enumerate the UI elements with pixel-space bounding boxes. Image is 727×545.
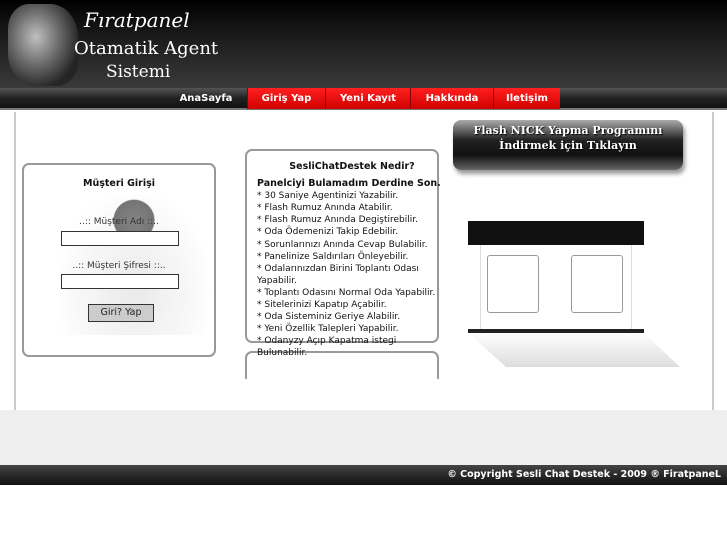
nav-bar: AnaSayfa Giriş Yap Yeni Kayıt Hakkında I…	[0, 88, 727, 110]
username-input[interactable]	[61, 231, 179, 246]
logo-subtitle: Otamatik Agent	[74, 38, 219, 59]
feature-item: * Flash Rumuz Anında Degiştirebilir.	[257, 215, 418, 226]
flash-download-banner[interactable]: Flash NICK Yapma Programını İndirmek içi…	[453, 120, 683, 170]
header: Fıratpanel Otamatik Agent Sistemi	[0, 0, 727, 88]
feature-item: * Sorunlarınızı Anında Cevap Bulabilir.	[257, 239, 428, 250]
preview-body	[480, 245, 632, 329]
about-text: SesliChatDestek Nedir? Panelciyi Bulamad…	[257, 161, 447, 360]
password-label: ..:: Müşteri Şifresi ::..	[72, 261, 166, 271]
site-preview-image	[468, 221, 680, 367]
feature-item: * Oda Ödemenizi Takip Edebilir.	[257, 227, 399, 238]
feature-item: * Flash Rumuz Anında Atabilir.	[257, 203, 393, 214]
feature-item: * Panelinize Saldırıları Önleyebilir.	[257, 251, 409, 262]
logo-subtitle-2: Sistemi	[106, 62, 171, 82]
feature-item: * Odalarınızdan Birini Toplantı Odası Ya…	[257, 263, 419, 286]
password-input[interactable]	[61, 274, 179, 289]
preview-footer	[468, 329, 644, 333]
preview-box	[571, 255, 623, 313]
feature-item: * 30 Saniye Agentinizi Yazabilir.	[257, 191, 399, 202]
nav-home[interactable]: AnaSayfa	[165, 88, 247, 109]
preview-reflection	[468, 333, 680, 367]
feature-item: * Toplantı Odasını Normal Oda Yapabilir.	[257, 287, 436, 298]
preview-box	[487, 255, 539, 313]
feature-item: * Sitelerinizi Kapatıp Açabilir.	[257, 300, 387, 311]
robot-logo-image	[8, 4, 78, 86]
login-title: Müşteri Girişi	[82, 178, 155, 189]
footer: © Copyright Sesli Chat Destek - 2009 ® F…	[0, 465, 727, 485]
preview-header	[468, 221, 644, 245]
about-subtitle: Panelciyi Bulamadım Derdine Son.	[257, 178, 441, 190]
nav-about[interactable]: Hakkında	[410, 88, 493, 109]
login-button[interactable]: Giri? Yap	[88, 304, 154, 322]
feature-item: * Oda Sisteminiz Geriye Alabilir.	[257, 312, 401, 323]
username-label: ..:: Müşteri Adı ::..	[79, 217, 159, 227]
nav-login[interactable]: Giriş Yap	[247, 88, 325, 109]
about-title: SesliChatDestek Nedir?	[289, 161, 415, 172]
feature-item: * Yeni Özellik Talepleri Yapabilir.	[257, 324, 399, 335]
nav-contact[interactable]: Iletişim	[493, 88, 560, 109]
login-box: Müşteri Girişi ..:: Müşteri Adı ::.. ..:…	[22, 163, 216, 357]
feature-item: * Odanyzy Açıp Kapatma istegi Bulunabili…	[257, 336, 397, 359]
content-bottom-band	[0, 410, 727, 465]
nav-register[interactable]: Yeni Kayıt	[325, 88, 410, 109]
logo-brand: Fıratpanel	[84, 8, 190, 32]
